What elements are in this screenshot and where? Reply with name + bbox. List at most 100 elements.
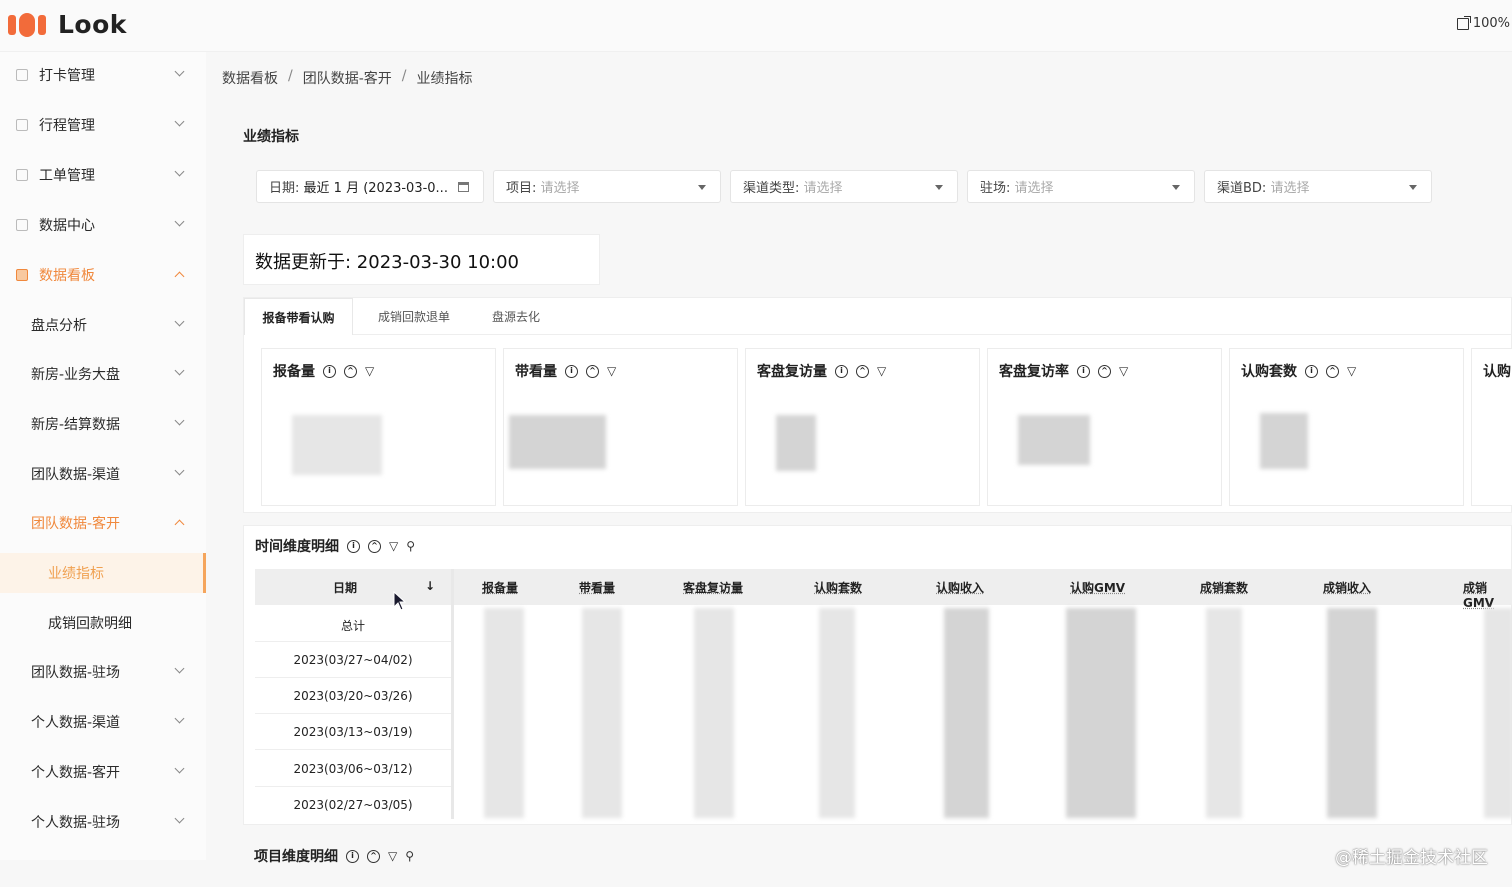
chevron-down-icon — [174, 216, 185, 227]
sidebar-item-data-center[interactable]: 数据中心 — [0, 205, 206, 245]
sidebar-item-personal-resident[interactable]: 个人数据-驻场 — [0, 802, 206, 842]
info-icon[interactable]: i — [835, 364, 848, 378]
sidebar-item-newhouse-overview[interactable]: 新房-业务大盘 — [0, 354, 206, 394]
sidebar-item-label: 工单管理 — [39, 168, 95, 184]
sidebar-item-team-resident[interactable]: 团队数据-驻场 — [0, 652, 206, 692]
blurred-column — [1066, 608, 1136, 818]
date-filter-label: 日期: — [269, 181, 300, 196]
breadcrumb-team-client[interactable]: 团队数据-客开 — [303, 68, 392, 88]
chevron-down-icon — [174, 465, 185, 476]
metric-title: 认购套数 — [1241, 364, 1297, 380]
sidebar-item-team-client[interactable]: 团队数据-客开 — [0, 503, 206, 543]
logo[interactable]: Look — [8, 10, 127, 39]
pin-icon[interactable]: ⚲ — [406, 539, 415, 553]
blurred-column — [1327, 608, 1377, 818]
table-row: 2023(02/27~03/05) — [293, 798, 413, 812]
sidebar-item-inventory-analysis[interactable]: 盘点分析 — [0, 305, 206, 345]
info-icon[interactable]: i — [1077, 364, 1090, 378]
metric-title: 报备量 — [273, 364, 315, 380]
info-icon[interactable]: i — [346, 849, 359, 863]
alert-icon[interactable]: ^ — [1326, 364, 1339, 378]
channel-bd-select[interactable]: 渠道BD: 请选择 — [1204, 170, 1432, 203]
breadcrumb-dashboard[interactable]: 数据看板 — [222, 68, 278, 88]
sidebar-item-personal-client[interactable]: 个人数据-客开 — [0, 752, 206, 792]
alert-icon[interactable]: ^ — [1098, 364, 1111, 378]
metric-title: 认购 — [1483, 364, 1511, 380]
sidebar-item-label: 新房-结算数据 — [31, 417, 121, 433]
alert-icon[interactable]: ^ — [368, 539, 381, 553]
col-visit[interactable]: 带看量 — [579, 579, 615, 596]
date-filter[interactable]: 日期: 最近 1 月 (2023-03-0... — [256, 170, 484, 203]
blurred-column — [582, 608, 622, 818]
metric-card-report[interactable]: 报备量 i ^ ▽ — [261, 348, 496, 506]
blurred-column — [1484, 608, 1512, 818]
metric-card-revisit[interactable]: 客盘复访量 i ^ ▽ — [745, 348, 980, 506]
sidebar-item-dashboard[interactable]: 数据看板 — [0, 255, 206, 295]
sidebar-item-personal-channel[interactable]: 个人数据-渠道 — [0, 702, 206, 742]
tab-sales-payback-refund[interactable]: 成销回款退单 — [361, 298, 467, 335]
metric-card-subscribe-count[interactable]: 认购套数 i ^ ▽ — [1229, 348, 1464, 506]
sidebar-item-newhouse-settlement[interactable]: 新房-结算数据 — [0, 404, 206, 444]
filter-icon[interactable]: ▽ — [388, 849, 397, 863]
filter-icon[interactable]: ▽ — [389, 539, 398, 553]
sidebar-item-label: 团队数据-驻场 — [31, 665, 121, 681]
alert-icon[interactable]: ^ — [586, 364, 599, 378]
sort-down-icon[interactable]: ↓ — [425, 579, 435, 593]
filter-icon[interactable]: ▽ — [1119, 364, 1128, 378]
project-select[interactable]: 项目: 请选择 — [493, 170, 721, 203]
pin-icon[interactable]: ⚲ — [405, 849, 414, 863]
metric-card-revisit-rate[interactable]: 客盘复访率 i ^ ▽ — [987, 348, 1222, 506]
filter-icon[interactable]: ▽ — [365, 364, 374, 378]
chevron-up-icon — [174, 271, 185, 282]
info-icon[interactable]: i — [323, 364, 336, 378]
col-subscribe-count[interactable]: 认购套数 — [814, 579, 862, 596]
alert-icon[interactable]: ^ — [344, 364, 357, 378]
col-revisit[interactable]: 客盘复访量 — [683, 579, 743, 596]
metric-card-visit[interactable]: 带看量 i ^ ▽ — [503, 348, 738, 506]
chevron-down-icon — [174, 365, 185, 376]
tab-report-visit-subscribe[interactable]: 报备带看认购 — [244, 298, 353, 335]
table-header: 日期 ↓ 报备量 带看量 客盘复访量 认购套数 认购收入 认购GMV 成销套数 … — [255, 569, 1512, 610]
col-subscribe-gmv[interactable]: 认购GMV — [1070, 579, 1125, 596]
alert-icon[interactable]: ^ — [367, 849, 380, 863]
col-sales-gmv[interactable]: 成销GMV — [1463, 579, 1512, 610]
table-row: 2023(03/13~03/19) — [255, 714, 451, 750]
blurred-value — [509, 415, 606, 469]
col-date[interactable]: 日期 — [333, 579, 357, 596]
filter-icon[interactable]: ▽ — [1347, 364, 1356, 378]
page-title: 业绩指标 — [243, 129, 299, 145]
filter-icon[interactable]: ▽ — [877, 364, 886, 378]
table-row: 2023(03/20~03/26) — [255, 678, 451, 714]
project-select-label: 项目: — [506, 181, 537, 196]
metric-card-subscribe[interactable]: 认购 — [1471, 348, 1512, 506]
col-subscribe-income[interactable]: 认购收入 — [936, 579, 984, 596]
channel-type-placeholder: 请选择 — [803, 181, 843, 196]
col-report[interactable]: 报备量 — [482, 579, 518, 596]
sidebar-item-label: 团队数据-渠道 — [31, 467, 121, 483]
time-detail-panel: 时间维度明细 i ^ ▽ ⚲ 日期 ↓ 报备量 带看量 客盘复访量 认购套数 认购收入… — [243, 525, 1512, 825]
zoom-control[interactable]: 100% — [1456, 15, 1510, 31]
col-sales-count[interactable]: 成销套数 — [1200, 579, 1248, 596]
chevron-down-icon — [174, 713, 185, 724]
blurred-value — [292, 415, 382, 475]
caret-down-icon — [1409, 185, 1417, 190]
channel-type-select[interactable]: 渠道类型: 请选择 — [730, 170, 958, 203]
sidebar-item-trip[interactable]: 行程管理 — [0, 105, 206, 145]
filter-icon[interactable]: ▽ — [607, 364, 616, 378]
sidebar-item-workorder[interactable]: 工单管理 — [0, 155, 206, 195]
alert-icon[interactable]: ^ — [856, 364, 869, 378]
sidebar-item-checkin[interactable]: 打卡管理 — [0, 55, 206, 95]
info-icon[interactable]: i — [1305, 364, 1318, 378]
col-sales-income[interactable]: 成销收入 — [1323, 579, 1371, 596]
tab-inventory-destock[interactable]: 盘源去化 — [476, 298, 556, 335]
time-detail-title: 时间维度明细 — [255, 539, 339, 555]
chevron-down-icon — [174, 813, 185, 824]
sidebar-item-performance[interactable]: 业绩指标 — [0, 553, 206, 593]
sidebar-item-label: 行程管理 — [39, 118, 95, 134]
sidebar-item-team-channel[interactable]: 团队数据-渠道 — [0, 454, 206, 494]
resident-select[interactable]: 驻场: 请选择 — [967, 170, 1195, 203]
info-icon[interactable]: i — [347, 539, 360, 553]
info-icon[interactable]: i — [565, 364, 578, 378]
monitor-icon — [16, 219, 28, 231]
sidebar-item-sales-payback[interactable]: 成销回款明细 — [0, 603, 206, 643]
